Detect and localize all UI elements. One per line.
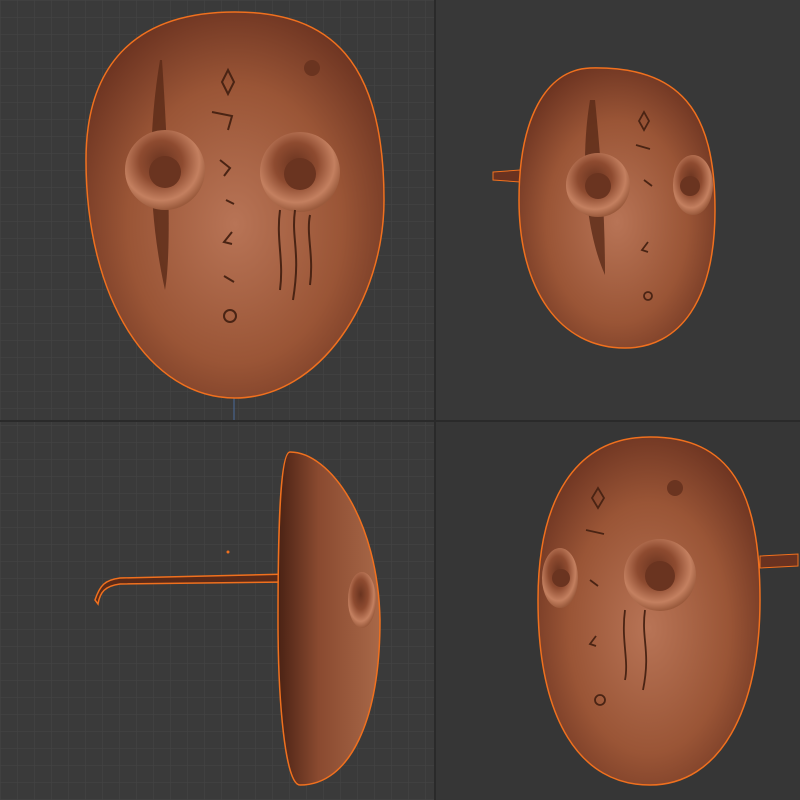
viewport-area[interactable] <box>0 0 800 800</box>
